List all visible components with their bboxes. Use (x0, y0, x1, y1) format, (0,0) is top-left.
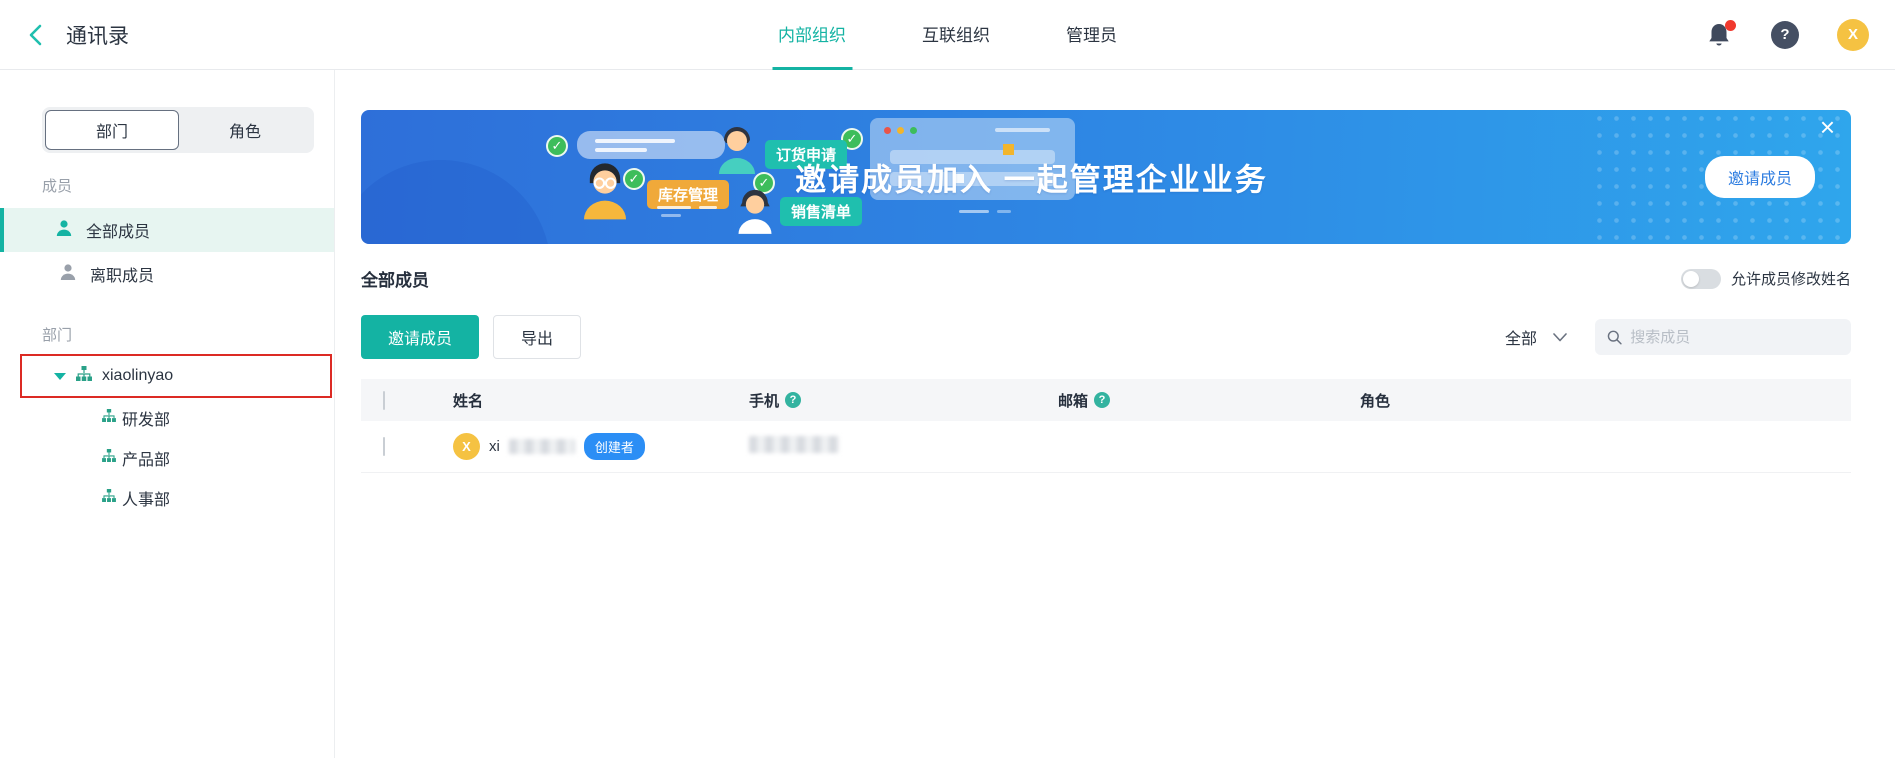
filter-dropdown[interactable]: 全部 (1505, 325, 1567, 349)
caret-down-icon[interactable] (54, 373, 66, 380)
banner-invite-button[interactable]: 邀请成员 (1705, 156, 1815, 198)
member-name-visible: xi (489, 438, 500, 455)
notification-bell-icon[interactable] (1707, 22, 1733, 48)
search-box (1595, 319, 1851, 355)
export-button[interactable]: 导出 (493, 315, 581, 359)
user-avatar[interactable]: X (1837, 19, 1869, 51)
tab-connected-org[interactable]: 互联组织 (916, 0, 996, 70)
members-group-label: 成员 (42, 175, 334, 196)
segment-department[interactable]: 部门 (45, 110, 179, 150)
dept-group-label: 部门 (42, 324, 334, 345)
column-phone: 手机 (749, 390, 779, 411)
tree-node-label: 人事部 (122, 486, 170, 510)
toggle-knob (1683, 271, 1699, 287)
member-icon (55, 219, 73, 242)
search-input[interactable] (1630, 329, 1839, 346)
org-icon (76, 366, 92, 386)
sidebar: 部门 角色 成员 全部成员 离职成员 部门 xiaolinyao (0, 70, 335, 758)
check-icon: ✓ (546, 135, 568, 157)
member-phone-redacted (749, 436, 839, 453)
banner-decor-circle (361, 160, 551, 244)
org-icon (102, 409, 116, 427)
row-avatar: X (453, 433, 480, 460)
tree-node-hr-dept[interactable]: 人事部 (0, 478, 334, 518)
org-icon (102, 449, 116, 467)
close-icon[interactable]: × (1820, 112, 1835, 143)
row-checkbox[interactable] (383, 437, 385, 456)
person-illustration (577, 158, 633, 225)
select-all-checkbox[interactable] (383, 391, 385, 410)
filter-value: 全部 (1505, 325, 1537, 349)
main-content: ✓ ✓ 订货申请 ✓ 库存管理 ✓ (335, 70, 1895, 758)
tree-node-label: 产品部 (122, 446, 170, 470)
banner-chat-card (577, 131, 725, 159)
column-email: 邮箱 (1058, 390, 1088, 411)
sidebar-item-former-members[interactable]: 离职成员 (0, 252, 334, 296)
top-header: 通讯录 内部组织 互联组织 管理员 ? X (0, 0, 1895, 70)
invite-member-button[interactable]: 邀请成员 (361, 315, 479, 359)
tab-internal-org[interactable]: 内部组织 (772, 0, 852, 70)
sidebar-item-label: 离职成员 (90, 262, 154, 286)
help-icon[interactable]: ? (1771, 21, 1799, 49)
check-icon: ✓ (623, 168, 645, 190)
email-help-icon[interactable]: ? (1094, 392, 1110, 408)
section-title: 全部成员 (361, 266, 429, 291)
segment-role[interactable]: 角色 (179, 110, 311, 150)
chevron-down-icon (1553, 333, 1567, 342)
toggle-label: 允许成员修改姓名 (1731, 268, 1851, 289)
creator-badge: 创建者 (584, 433, 645, 460)
header-tabs: 内部组织 互联组织 管理员 (772, 0, 1123, 70)
banner-headline: 邀请成员加入 一起管理企业业务 (795, 155, 1268, 200)
sidebar-item-all-members[interactable]: 全部成员 (0, 208, 334, 252)
tree-node-rd-dept[interactable]: 研发部 (0, 398, 334, 438)
tree-node-root-highlighted[interactable]: xiaolinyao (20, 354, 332, 398)
org-icon (102, 489, 116, 507)
header-actions: ? X (1707, 19, 1869, 51)
page-title: 通讯录 (66, 20, 129, 50)
back-icon[interactable] (26, 24, 48, 46)
search-icon (1607, 329, 1622, 346)
sidebar-item-label: 全部成员 (86, 218, 150, 242)
allow-rename-toggle-wrap: 允许成员修改姓名 (1681, 268, 1851, 289)
tree-node-product-dept[interactable]: 产品部 (0, 438, 334, 478)
tab-admin[interactable]: 管理员 (1060, 0, 1123, 70)
invite-banner: ✓ ✓ 订货申请 ✓ 库存管理 ✓ (361, 110, 1851, 244)
tree-node-label: xiaolinyao (102, 367, 173, 385)
table-header: 姓名 手机 ? 邮箱 ? 角色 (361, 379, 1851, 421)
tree-node-label: 研发部 (122, 406, 170, 430)
notification-dot (1725, 20, 1736, 31)
members-table: 姓名 手机 ? 邮箱 ? 角色 X xi 创建者 (361, 379, 1851, 473)
member-name-redacted (509, 439, 575, 454)
column-name: 姓名 (453, 390, 483, 411)
table-row[interactable]: X xi 创建者 (361, 421, 1851, 473)
phone-help-icon[interactable]: ? (785, 392, 801, 408)
person-illustration (733, 186, 777, 239)
allow-rename-toggle[interactable] (1681, 269, 1721, 289)
banner-tag-inventory: 库存管理 (647, 180, 729, 209)
member-icon (59, 263, 77, 286)
banner-tag-sales: 销售清单 (780, 197, 862, 226)
column-role: 角色 (1360, 390, 1390, 411)
person-illustration (713, 122, 761, 179)
dept-role-switch: 部门 角色 (42, 107, 314, 153)
